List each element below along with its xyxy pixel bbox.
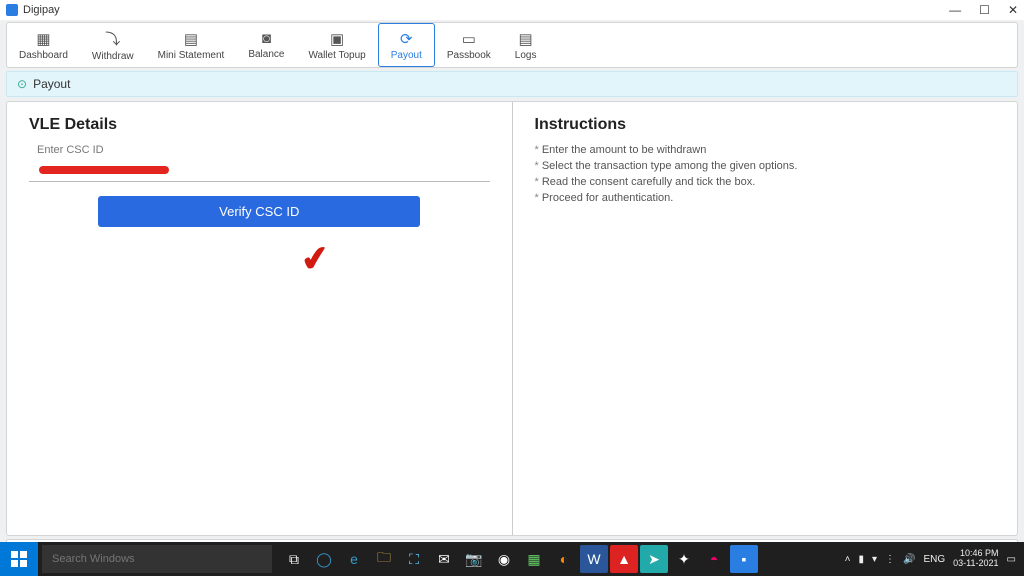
redacted-value — [39, 166, 169, 174]
window-titlebar: Digipay — ☐ ✕ — [0, 0, 1024, 20]
battery-icon[interactable]: ▮ — [859, 554, 865, 565]
tab-label: Balance — [248, 49, 284, 60]
list-item: Select the transaction type among the gi… — [535, 160, 996, 172]
maximize-button[interactable]: ☐ — [979, 3, 990, 17]
taskbar-search-input[interactable] — [42, 545, 272, 573]
taskbar-clock[interactable]: 10:46 PM 03-11-2021 — [953, 549, 998, 569]
settings-icon[interactable]: ✦ — [670, 545, 698, 573]
tab-label: Mini Statement — [158, 50, 225, 61]
wallet-icon: ▣ — [330, 30, 344, 48]
digipay-taskbar-icon[interactable]: ▪ — [730, 545, 758, 573]
close-button[interactable]: ✕ — [1008, 3, 1018, 17]
firefox-icon[interactable]: ◐ — [550, 545, 578, 573]
verify-csc-button[interactable]: Verify CSC ID — [98, 196, 420, 227]
withdraw-icon: ⤵ — [105, 28, 120, 49]
sheets-icon[interactable]: ▦ — [520, 545, 548, 573]
tab-balance[interactable]: ◙ Balance — [236, 23, 296, 67]
chrome-icon[interactable]: ◉ — [490, 545, 518, 573]
task-view-icon[interactable]: ⧉ — [280, 545, 308, 573]
app-icon — [6, 4, 18, 16]
window-title: Digipay — [23, 4, 60, 16]
vle-heading: VLE Details — [29, 116, 490, 134]
tray-expand-icon[interactable]: ˄ — [845, 554, 851, 565]
grid-icon: ▦ — [36, 30, 50, 48]
store-icon[interactable]: ⛶ — [400, 545, 428, 573]
page-header: ⊙ Payout — [6, 71, 1018, 97]
logs-icon: ▤ — [519, 30, 533, 48]
word-icon[interactable]: W — [580, 545, 608, 573]
tab-label: Wallet Topup — [308, 50, 365, 61]
vle-panel: VLE Details Enter CSC ID Verify CSC ID ✔ — [7, 102, 512, 535]
pdf-icon[interactable]: ▲ — [610, 545, 638, 573]
media-icon[interactable]: ◓ — [700, 545, 728, 573]
mail-icon[interactable]: ✉ — [430, 545, 458, 573]
start-button[interactable] — [0, 542, 38, 576]
taskbar-date: 03-11-2021 — [953, 559, 998, 569]
windows-taskbar: ⧉ ◯ e 🗀 ⛶ ✉ 📷 ◉ ▦ ◐ W ▲ ➤ ✦ ◓ ▪ ˄ ▮ ▾ ⋮ … — [0, 542, 1024, 576]
windows-icon — [11, 551, 27, 567]
camera-icon[interactable]: 📷 — [460, 545, 488, 573]
tab-mini-statement[interactable]: ▤ Mini Statement — [146, 23, 237, 67]
tab-label: Dashboard — [19, 50, 68, 61]
balance-icon: ◙ — [262, 30, 271, 47]
notifications-icon[interactable]: ▭ — [1007, 554, 1016, 565]
tab-withdraw[interactable]: ⤵ Withdraw — [80, 23, 146, 67]
clock-icon: ⊙ — [17, 77, 27, 91]
file-explorer-icon[interactable]: 🗀 — [370, 545, 398, 573]
telegram-icon[interactable]: ➤ — [640, 545, 668, 573]
tab-label: Logs — [515, 50, 537, 61]
instructions-heading: Instructions — [535, 116, 996, 134]
tab-wallet-topup[interactable]: ▣ Wallet Topup — [296, 23, 377, 67]
tab-dashboard[interactable]: ▦ Dashboard — [7, 23, 80, 67]
tab-label: Withdraw — [92, 51, 134, 62]
edge-icon[interactable]: e — [340, 545, 368, 573]
passbook-icon: ▭ — [462, 30, 476, 48]
page-title: Payout — [33, 77, 70, 91]
list-item: Enter the amount to be withdrawn — [535, 144, 996, 156]
main-toolbar: ▦ Dashboard ⤵ Withdraw ▤ Mini Statement ◙ Ba… — [6, 22, 1018, 68]
minimize-button[interactable]: — — [949, 3, 961, 17]
statement-icon: ▤ — [184, 30, 198, 48]
tab-label: Passbook — [447, 50, 491, 61]
instructions-list: Enter the amount to be withdrawn Select … — [535, 144, 996, 204]
instructions-panel: Instructions Enter the amount to be with… — [512, 102, 1018, 535]
payout-icon: ⟳ — [400, 30, 413, 48]
wifi-icon[interactable]: ⋮ — [885, 554, 895, 565]
cortana-icon[interactable]: ◯ — [310, 545, 338, 573]
csc-id-label: Enter CSC ID — [37, 144, 490, 156]
language-indicator[interactable]: ENG — [924, 554, 946, 565]
tab-label: Payout — [391, 50, 422, 61]
taskbar-apps: ⧉ ◯ e 🗀 ⛶ ✉ 📷 ◉ ▦ ◐ W ▲ ➤ ✦ ◓ ▪ — [280, 545, 758, 573]
list-item: Read the consent carefully and tick the … — [535, 176, 996, 188]
system-tray: ˄ ▮ ▾ ⋮ 🔊 ENG 10:46 PM 03-11-2021 ▭ — [845, 549, 1024, 569]
network-icon[interactable]: ▾ — [872, 554, 877, 565]
volume-icon[interactable]: 🔊 — [903, 554, 915, 565]
main-content: VLE Details Enter CSC ID Verify CSC ID ✔… — [6, 101, 1018, 536]
tab-logs[interactable]: ▤ Logs — [503, 23, 549, 67]
tab-passbook[interactable]: ▭ Passbook — [435, 23, 503, 67]
tab-payout[interactable]: ⟳ Payout — [378, 23, 435, 67]
